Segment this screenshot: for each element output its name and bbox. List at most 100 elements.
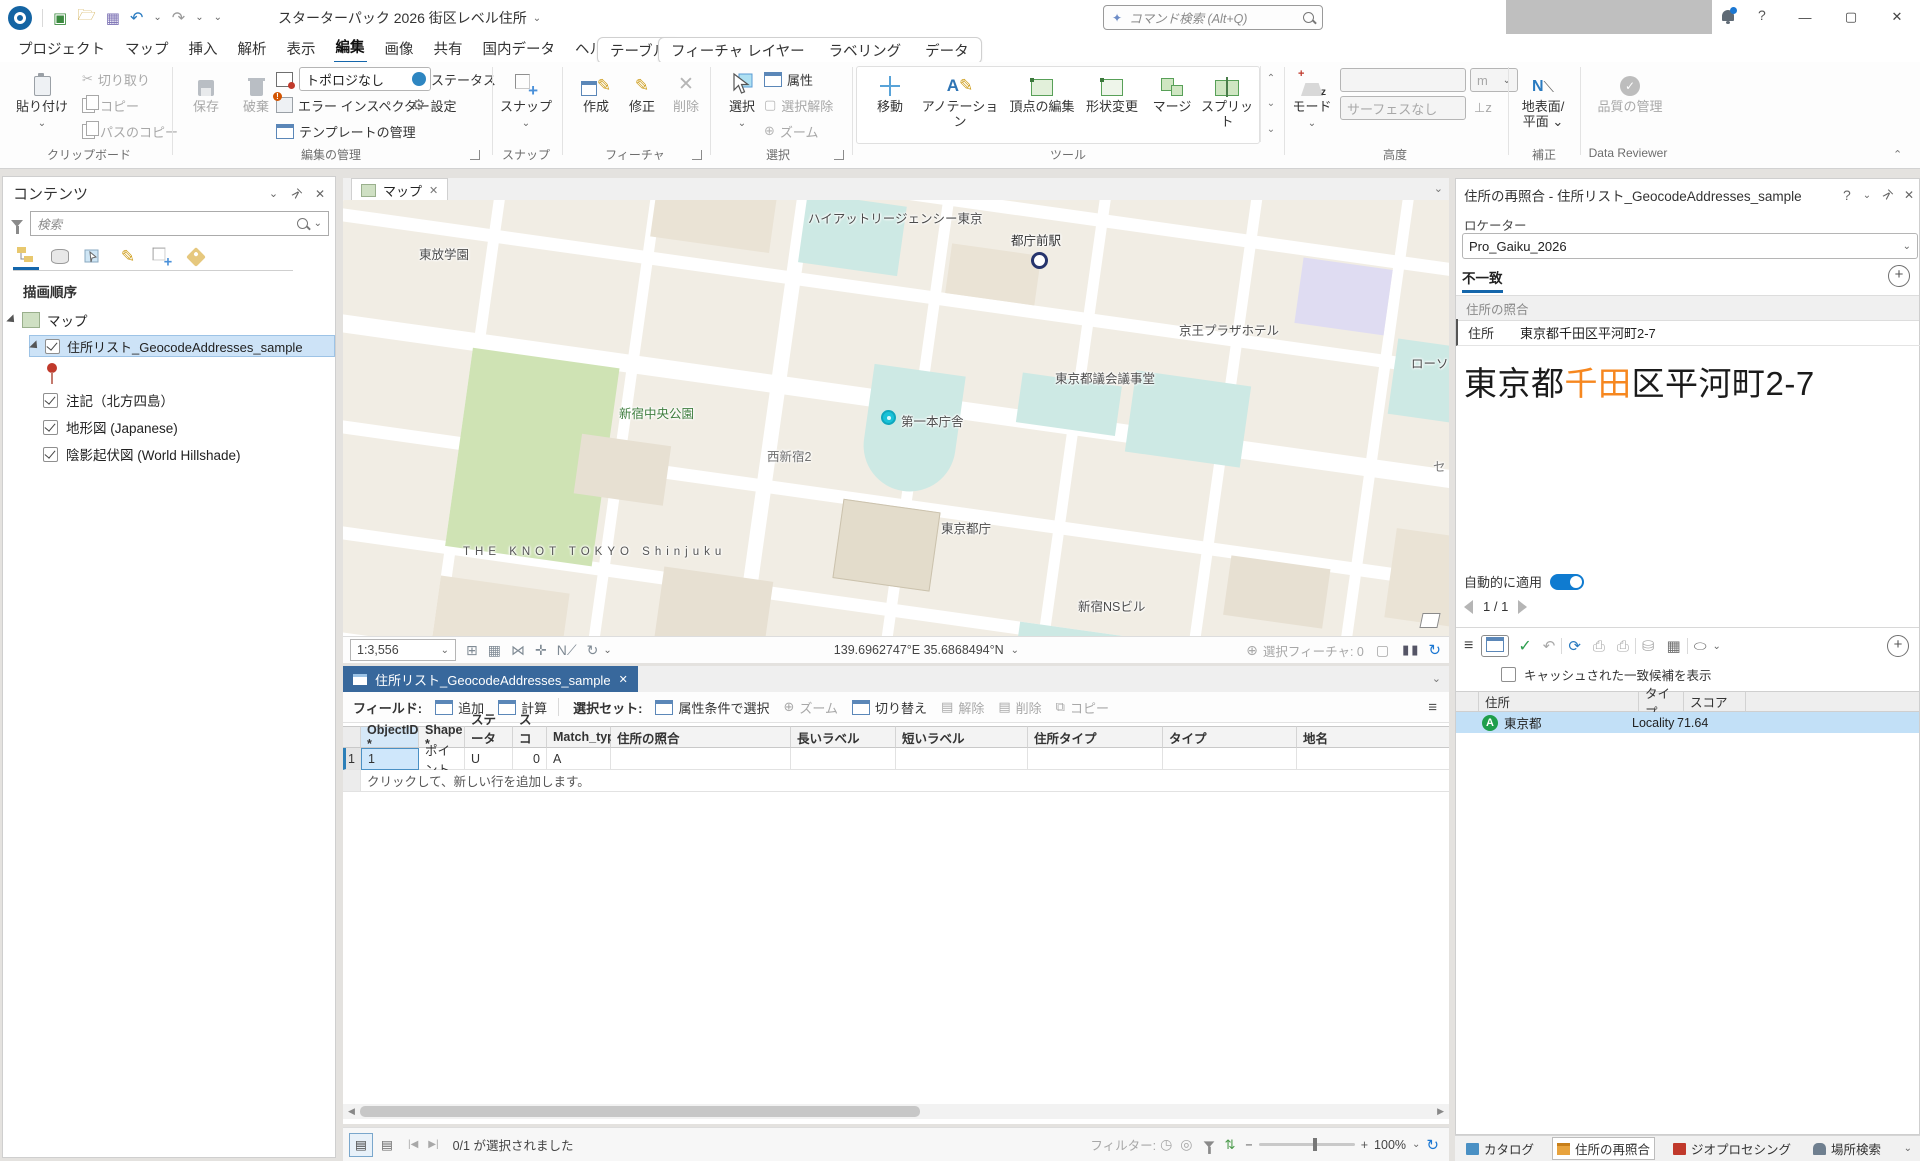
- tab-analysis[interactable]: 解析: [236, 34, 269, 63]
- overview-map-icon[interactable]: [1419, 613, 1440, 628]
- tab-feature-layer[interactable]: フィーチャ レイヤー: [669, 36, 807, 65]
- error-inspector-button[interactable]: エラー インスペクター: [276, 94, 430, 116]
- edit-status-button[interactable]: ステータス: [412, 68, 496, 90]
- layer-checkbox[interactable]: [45, 339, 60, 354]
- map-canvas[interactable]: ハイアットリージェンシー東京 都庁前駅 東放学園 京王プラザホテル 東京都議会議…: [343, 200, 1449, 636]
- table-zoom-level[interactable]: 100%: [1374, 1138, 1406, 1152]
- zoom-slider-thumb[interactable]: [1313, 1138, 1317, 1151]
- gallery-expand-icon[interactable]: ⌄: [1267, 124, 1275, 135]
- tab-map[interactable]: マップ: [123, 34, 171, 63]
- cell-address-type[interactable]: [1028, 748, 1163, 770]
- table-tab-close-icon[interactable]: ✕: [619, 673, 628, 686]
- cell-type[interactable]: [1163, 748, 1297, 770]
- new-project-icon[interactable]: ▣: [53, 9, 67, 27]
- dock-tab-rematch[interactable]: 住所の再照合: [1552, 1137, 1655, 1160]
- unmatched-tab[interactable]: 不一致: [1462, 267, 1503, 293]
- col-score[interactable]: スコア: [513, 726, 547, 748]
- sort-icon[interactable]: ⇅: [1225, 1137, 1236, 1153]
- selected-address-marker[interactable]: [881, 410, 896, 425]
- contents-tab-labeling[interactable]: [183, 245, 209, 269]
- grid-icon[interactable]: ▦: [488, 642, 501, 659]
- project-title-dropdown-icon[interactable]: ⌄: [533, 13, 541, 24]
- tree-item-geocode-layer[interactable]: 住所リスト_GeocodeAddresses_sample: [29, 335, 335, 357]
- cell-short-label[interactable]: [896, 748, 1028, 770]
- merge-button[interactable]: マージ: [1146, 66, 1198, 115]
- contents-tab-snapping[interactable]: [149, 245, 175, 269]
- manage-templates-button[interactable]: テンプレートの管理: [276, 120, 416, 142]
- north-arrow-icon[interactable]: N⟋: [557, 642, 577, 659]
- tab-imagery[interactable]: 画像: [383, 34, 416, 63]
- table-view-mode-2[interactable]: ▤: [376, 1134, 398, 1156]
- prev-record-icon[interactable]: [1464, 600, 1473, 614]
- data-source-icon[interactable]: ⬭: [1694, 638, 1707, 655]
- snap-toggle-icon[interactable]: ⋈: [511, 642, 525, 659]
- table-filter-icon[interactable]: [1203, 1141, 1214, 1147]
- select-button[interactable]: 選択⌄: [714, 66, 770, 130]
- table-view-tab[interactable]: 住所リスト_GeocodeAddresses_sample ✕: [343, 666, 638, 692]
- rematch-help-icon[interactable]: ?: [1843, 187, 1851, 203]
- col-place-name[interactable]: 地名: [1297, 726, 1449, 748]
- select-by-attributes-button[interactable]: 属性条件で選択: [655, 698, 769, 717]
- zoom-out-icon[interactable]: −: [1245, 1138, 1252, 1152]
- rematch-menu-icon[interactable]: ⌄: [1863, 190, 1871, 201]
- show-cached-checkbox[interactable]: [1501, 667, 1516, 682]
- paste-button[interactable]: 貼り付け⌄: [14, 66, 70, 130]
- tab-insert[interactable]: 挿入: [187, 34, 220, 63]
- next-record-pager-icon[interactable]: [1518, 600, 1527, 614]
- save-project-icon[interactable]: ▦: [106, 9, 120, 27]
- row-selector[interactable]: 1: [343, 748, 361, 770]
- features-launcher-icon[interactable]: [692, 150, 702, 160]
- address-field-value[interactable]: 東京都千田区平河町2-7: [1520, 323, 1656, 342]
- col-objectid[interactable]: ObjectID *: [361, 726, 419, 748]
- close-button[interactable]: ✕: [1874, 0, 1920, 34]
- tree-item-map[interactable]: マップ: [9, 309, 88, 331]
- col-short-label[interactable]: 短いラベル: [896, 726, 1028, 748]
- cand-col-type[interactable]: タイプ: [1639, 691, 1684, 712]
- auto-apply-toggle[interactable]: [1550, 574, 1584, 590]
- col-match-address[interactable]: 住所の照合: [611, 726, 791, 748]
- refresh-table-icon[interactable]: ↻: [1426, 1136, 1439, 1154]
- table-menu-icon[interactable]: ≡: [1428, 699, 1437, 716]
- map-scale-dropdown[interactable]: 1:3,556⌄: [350, 639, 456, 661]
- layer-symbol-pin[interactable]: [47, 363, 57, 373]
- candidates-table-icon[interactable]: ▦: [1667, 637, 1681, 655]
- dock-tab-locate[interactable]: 場所検索: [1809, 1138, 1885, 1159]
- open-project-icon[interactable]: 🗁: [77, 5, 96, 30]
- contents-tab-editing[interactable]: ✎: [115, 245, 141, 269]
- tree-item-hillshade[interactable]: 陰影起伏図 (World Hillshade): [43, 443, 241, 465]
- collapse-ribbon-icon[interactable]: ⌃: [1893, 148, 1902, 161]
- contents-tab-data-source[interactable]: [47, 245, 73, 269]
- tab-view[interactable]: 表示: [285, 34, 318, 63]
- map-coordinates[interactable]: 139.6962747°E 35.6868494°N⌄: [834, 643, 1019, 657]
- cell-matchtype[interactable]: A: [547, 748, 611, 770]
- rematch-pin-icon[interactable]: ⊼: [1879, 187, 1895, 203]
- scrollbar-thumb[interactable]: [360, 1106, 920, 1117]
- annotation-tool-button[interactable]: A✎ アノテーション: [918, 66, 1002, 130]
- tab-project[interactable]: プロジェクト: [16, 34, 107, 63]
- candidates-menu-icon[interactable]: ≡: [1464, 637, 1473, 655]
- tab-domestic-data[interactable]: 国内データ: [481, 34, 558, 63]
- new-row-hint[interactable]: クリックして、新しい行を追加します。: [361, 770, 1449, 792]
- row-selector-header[interactable]: [343, 726, 361, 748]
- col-matchtype[interactable]: Match_type: [547, 726, 611, 748]
- tree-item-annotation[interactable]: 注記（北方四島）: [43, 389, 174, 411]
- dock-overflow-icon[interactable]: ⌄: [1904, 1143, 1912, 1154]
- apply-match-icon[interactable]: ✓: [1518, 636, 1531, 656]
- add-grid-icon[interactable]: ⊞: [466, 642, 478, 659]
- tab-data[interactable]: データ: [923, 36, 971, 65]
- annotation-checkbox[interactable]: [43, 393, 58, 408]
- cell-score[interactable]: 0: [513, 748, 547, 770]
- pin-panel-icon[interactable]: ⊼: [288, 185, 304, 201]
- cand-col-score[interactable]: スコア: [1684, 691, 1746, 712]
- layer-expander-icon[interactable]: [29, 340, 40, 351]
- tree-item-topo-map[interactable]: 地形図 (Japanese): [43, 416, 178, 438]
- snapping-button[interactable]: スナップ⌄: [498, 66, 554, 130]
- rotate-dropdown-icon[interactable]: ⌄: [603, 645, 611, 656]
- col-status[interactable]: ステータス: [465, 726, 513, 748]
- contents-search-dropdown-icon[interactable]: ⌄: [314, 218, 322, 229]
- contents-tab-selection[interactable]: [81, 245, 107, 269]
- rematch-close-icon[interactable]: ✕: [1904, 188, 1914, 202]
- topo-checkbox[interactable]: [43, 420, 58, 435]
- manage-edits-launcher-icon[interactable]: [470, 150, 480, 160]
- zoom-level-dropdown-icon[interactable]: ⌄: [1412, 1139, 1420, 1150]
